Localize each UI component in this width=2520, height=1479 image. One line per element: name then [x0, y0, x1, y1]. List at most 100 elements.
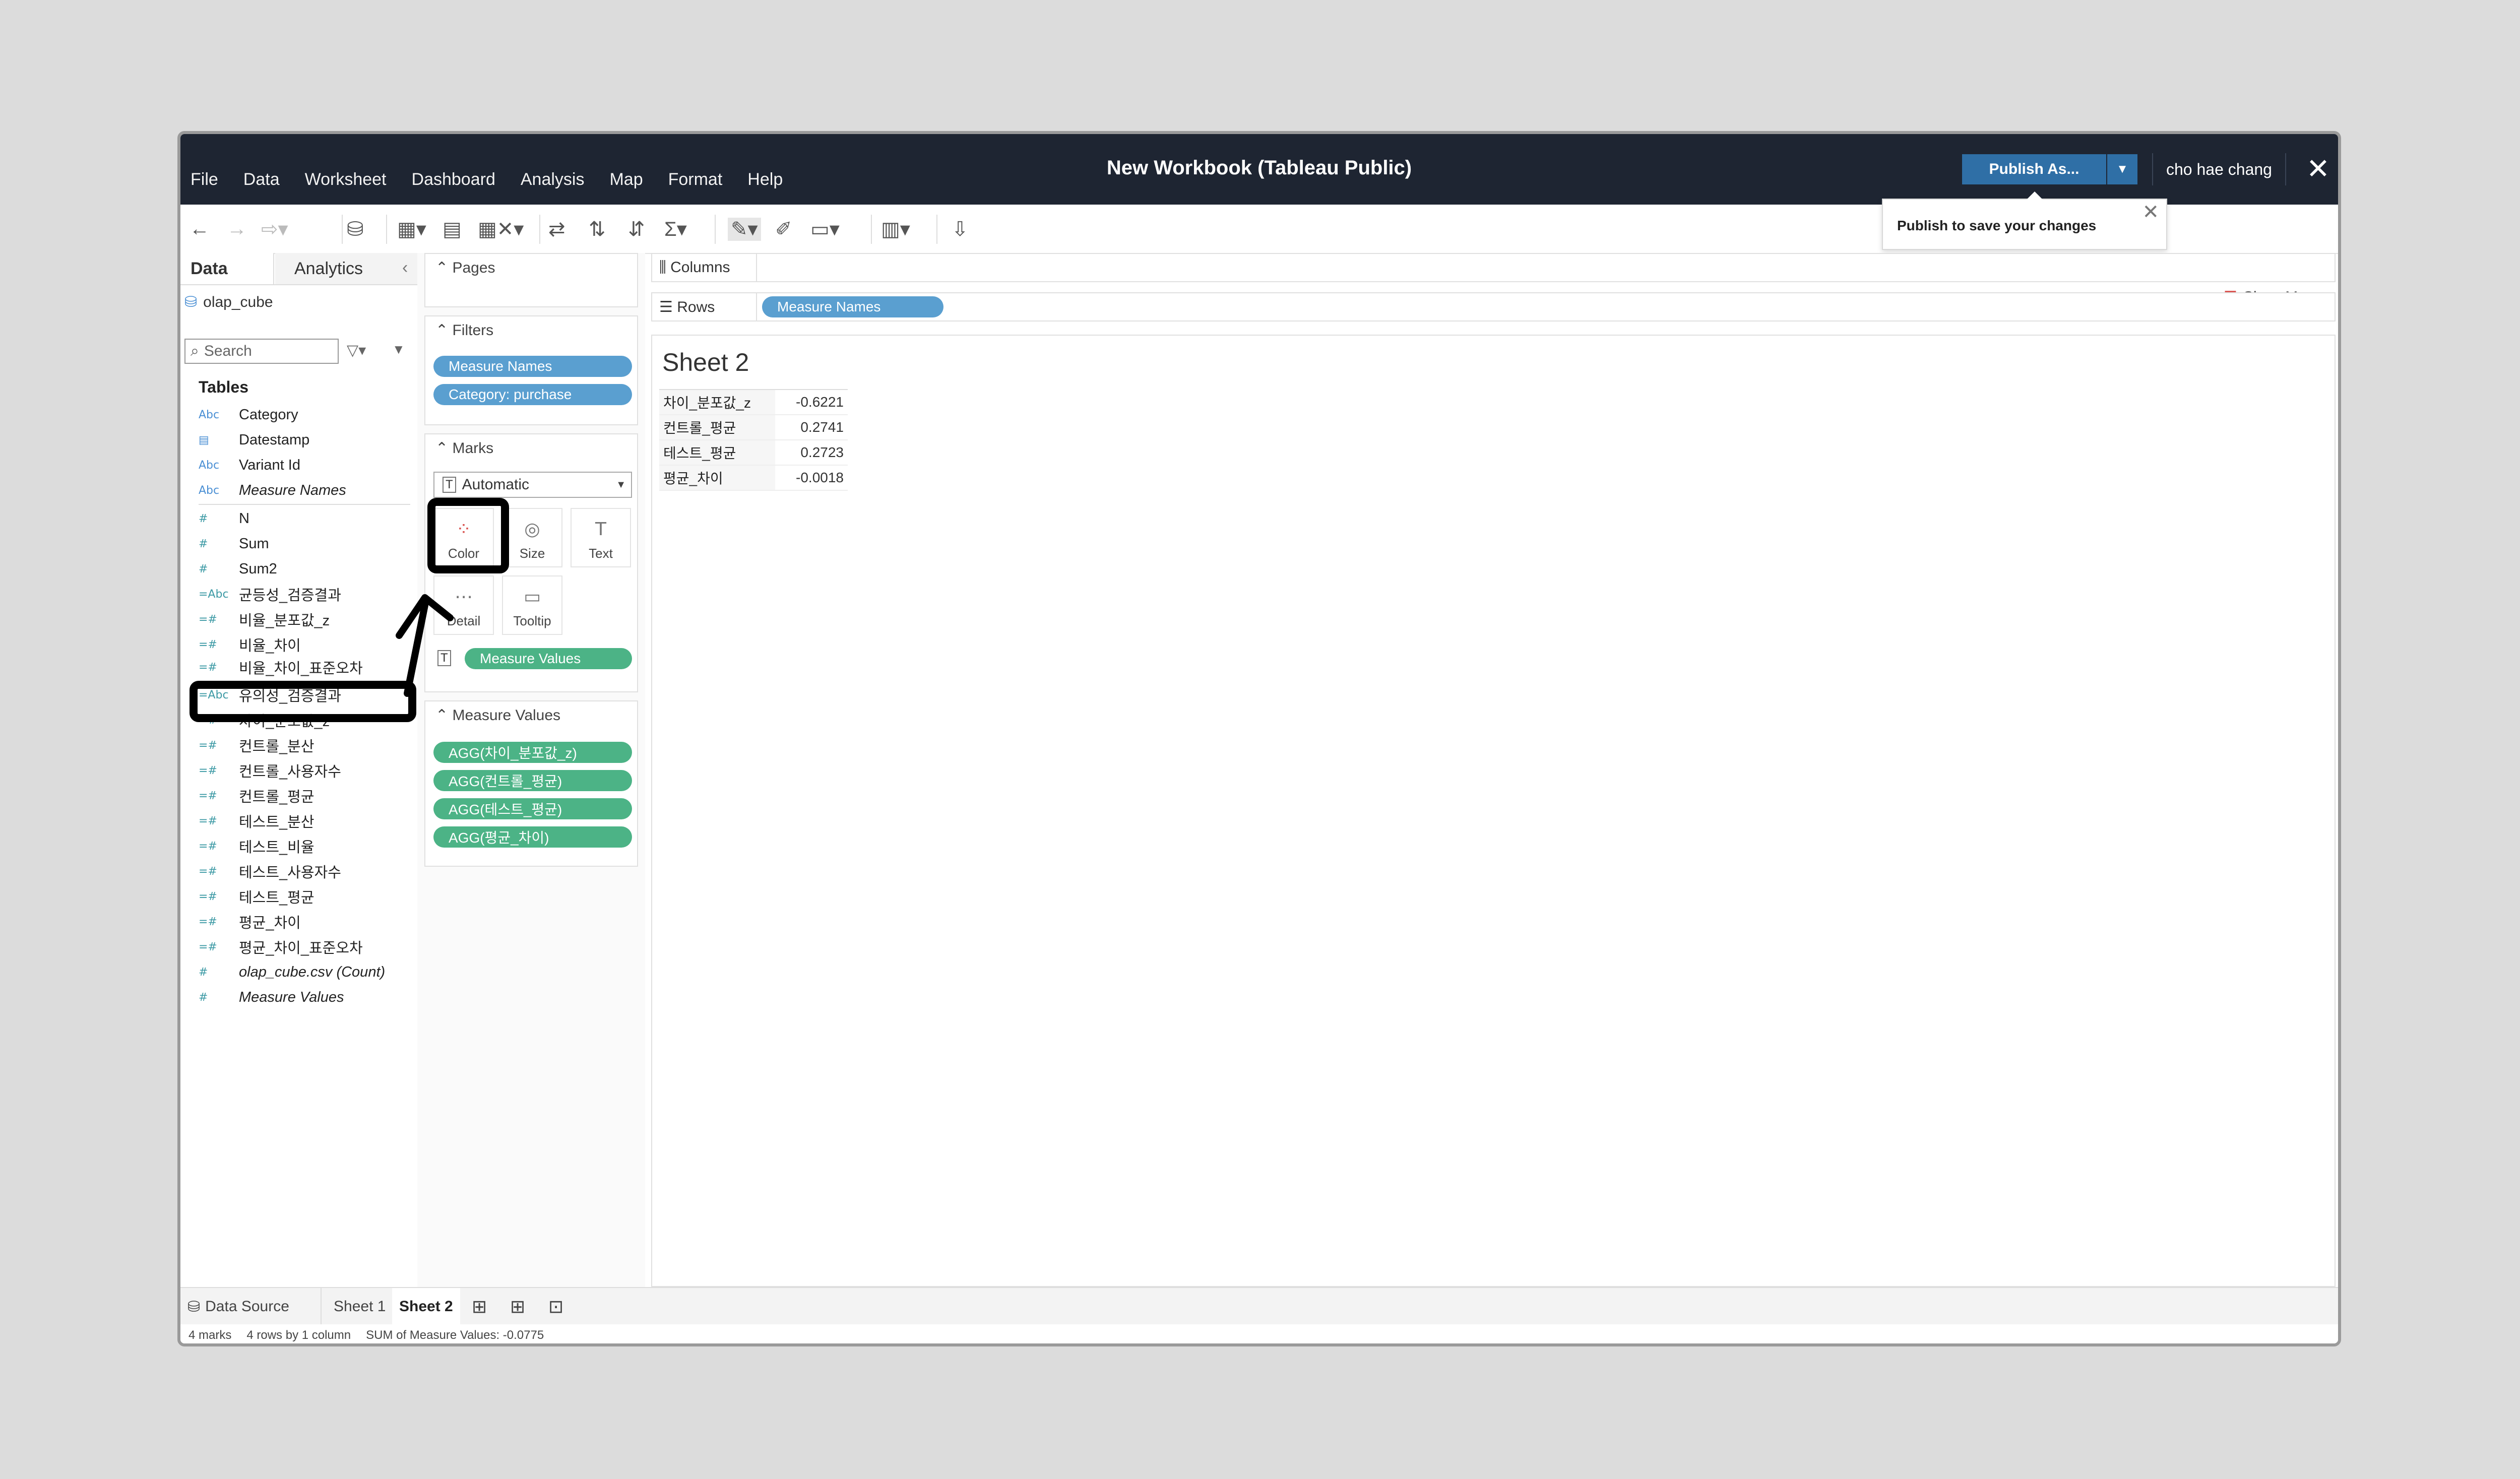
new-dashboard-icon[interactable]: ⊞: [503, 1288, 532, 1325]
field-measure[interactable]: =# 비율_차이_표준오차: [199, 656, 363, 678]
calculated-number-icon: =#: [199, 638, 217, 651]
fit-icon[interactable]: ▭▾: [810, 218, 840, 241]
field-measure[interactable]: =# 비율_분포값_z: [199, 608, 330, 630]
rows-shelf[interactable]: ☰ Rows Measure Names: [651, 292, 2336, 321]
tab-data-source[interactable]: ⛁ Data Source: [180, 1288, 322, 1325]
field-name: Variant Id: [239, 457, 300, 473]
field-measure[interactable]: =# 컨트롤_분산: [199, 734, 314, 756]
tooltip-arrow: [2027, 191, 2043, 200]
field-measure[interactable]: =# 평균_차이_표준오차: [199, 936, 363, 958]
tooltip-icon: ▭: [523, 587, 541, 607]
field-measure-names[interactable]: Abc Measure Names: [199, 479, 346, 501]
tab-analytics[interactable]: Analytics: [275, 253, 417, 284]
tab-data[interactable]: Data: [180, 253, 274, 284]
publish-dropdown-button[interactable]: ▼: [2107, 154, 2137, 184]
filter-pill-measure-names[interactable]: Measure Names: [433, 356, 632, 377]
columns-shelf[interactable]: ⫼ Columns: [651, 253, 2336, 282]
field-datestamp[interactable]: ▤ Datestamp: [199, 429, 309, 451]
chevron-down-icon: ▼: [616, 479, 626, 490]
calculated-number-icon: =#: [199, 789, 217, 802]
filters-card[interactable]: ⌃ Filters Measure Names Category: purcha…: [424, 315, 638, 425]
show-cards-icon[interactable]: ▥▾: [881, 218, 910, 241]
measure-value-pill[interactable]: AGG(컨트롤_평균): [433, 770, 632, 791]
sort-ascending-icon[interactable]: ⇅: [589, 218, 606, 241]
filter-fields-icon[interactable]: ▽▾: [347, 342, 366, 359]
measure-value-pill[interactable]: AGG(테스트_평균): [433, 798, 632, 819]
tooltip-close-icon[interactable]: ✕: [2142, 201, 2159, 224]
size-button[interactable]: ◎ Size: [502, 508, 562, 567]
field-measure[interactable]: =# 테스트_사용자수: [199, 860, 341, 882]
rows-pill-measure-names[interactable]: Measure Names: [762, 296, 943, 317]
field-measure[interactable]: =# 테스트_비율: [199, 835, 314, 857]
field-variant-id[interactable]: Abc Variant Id: [199, 454, 300, 476]
new-datasource-icon[interactable]: ⛁: [347, 218, 364, 241]
field-measure[interactable]: =# 컨트롤_평균: [199, 785, 314, 807]
field-measure[interactable]: =# 테스트_평균: [199, 885, 314, 908]
field-name: 비율_분포값_z: [239, 613, 330, 629]
search-icon: ⌕: [191, 343, 199, 359]
presentation-icon[interactable]: ⇩: [952, 218, 969, 241]
new-story-icon[interactable]: ⊡: [541, 1288, 571, 1325]
text-icon: T: [595, 519, 606, 540]
text-mark-icon: T: [443, 477, 456, 493]
calendar-icon: ▤: [199, 433, 209, 446]
measure-value-pill[interactable]: AGG(평균_차이): [433, 826, 632, 848]
new-worksheet-icon[interactable]: ▦▾: [397, 218, 426, 241]
field-measure[interactable]: =Abc 균등성_검증결과: [199, 583, 341, 605]
field-measure[interactable]: =# 테스트_분산: [199, 810, 314, 832]
field-measure[interactable]: # olap_cube.csv (Count): [199, 961, 385, 983]
duplicate-icon[interactable]: ▤: [443, 218, 462, 241]
clear-sheet-icon[interactable]: ▦✕▾: [478, 218, 524, 241]
filter-pill-category[interactable]: Category: purchase: [433, 384, 632, 405]
annotation-arrow-icon: [396, 594, 454, 697]
field-measure[interactable]: # Sum2: [199, 558, 277, 580]
field-category[interactable]: Abc Category: [199, 404, 298, 426]
tooltip-button[interactable]: ▭ Tooltip: [502, 575, 562, 635]
field-measure[interactable]: =# 비율_차이: [199, 633, 301, 656]
table-row[interactable]: 테스트_평균 0.2723: [659, 440, 848, 466]
mark-type-dropdown[interactable]: T Automatic ▼: [433, 472, 632, 498]
totals-icon[interactable]: Σ▾: [664, 218, 687, 241]
measure-values-card: ⌃ Measure Values AGG(차이_분포값_z) AGG(컨트롤_평…: [424, 700, 638, 867]
pane-menu-icon[interactable]: ▼: [392, 342, 405, 357]
table-row[interactable]: 컨트롤_평균 0.2741: [659, 415, 848, 440]
collapse-pane-icon[interactable]: ‹: [402, 258, 408, 278]
undo-icon[interactable]: ←: [190, 218, 210, 240]
field-name: Measure Names: [239, 482, 346, 498]
pages-card[interactable]: ⌃ Pages: [424, 253, 638, 307]
field-measure[interactable]: # Measure Values: [199, 986, 344, 1008]
swap-icon[interactable]: ⇄: [548, 218, 565, 241]
publish-as-button[interactable]: Publish As...: [1962, 154, 2106, 184]
row-header: 차이_분포값_z: [659, 390, 775, 414]
string-type-icon: Abc: [199, 408, 220, 421]
sort-descending-icon[interactable]: ⇵: [628, 218, 645, 241]
measure-value-pill[interactable]: AGG(차이_분포값_z): [433, 742, 632, 763]
table-row[interactable]: 평균_차이 -0.0018: [659, 466, 848, 491]
field-measure[interactable]: =# 평균_차이: [199, 911, 301, 933]
replay-icon[interactable]: ⇨▾: [261, 218, 288, 241]
calculated-number-icon: =#: [199, 915, 217, 928]
label-icon[interactable]: ✐: [775, 218, 792, 241]
table-row[interactable]: 차이_분포값_z -0.6221: [659, 390, 848, 415]
user-name[interactable]: cho hae chang: [2152, 153, 2286, 185]
datasource-item[interactable]: ⛁ olap_cube: [184, 293, 273, 311]
search-input[interactable]: ⌕ Search: [184, 339, 339, 364]
close-icon[interactable]: ✕: [2306, 151, 2330, 186]
cell-value: -0.0018: [796, 470, 844, 485]
highlight-icon[interactable]: ✎▾: [728, 218, 761, 241]
tab-sheet-2[interactable]: Sheet 2: [392, 1288, 460, 1325]
calculated-number-icon: =#: [199, 940, 217, 953]
field-name: 평균_차이: [239, 915, 301, 931]
text-button[interactable]: T Text: [571, 508, 631, 567]
new-worksheet-icon[interactable]: ⊞: [465, 1288, 494, 1325]
field-measure[interactable]: =# 컨트롤_사용자수: [199, 759, 341, 782]
data-pane-tabs: Data Analytics ‹: [180, 253, 417, 285]
tab-sheet-1[interactable]: Sheet 1: [327, 1288, 393, 1325]
field-measure[interactable]: # Sum: [199, 533, 269, 555]
sheet-title[interactable]: Sheet 2: [662, 348, 749, 377]
tableau-window: File Data Worksheet Dashboard Analysis M…: [177, 131, 2341, 1346]
chevron-down-icon: ▼: [2116, 162, 2128, 176]
redo-icon[interactable]: →: [227, 218, 247, 240]
marks-pill-measure-values[interactable]: Measure Values: [465, 648, 632, 669]
field-measure[interactable]: # N: [199, 507, 249, 530]
